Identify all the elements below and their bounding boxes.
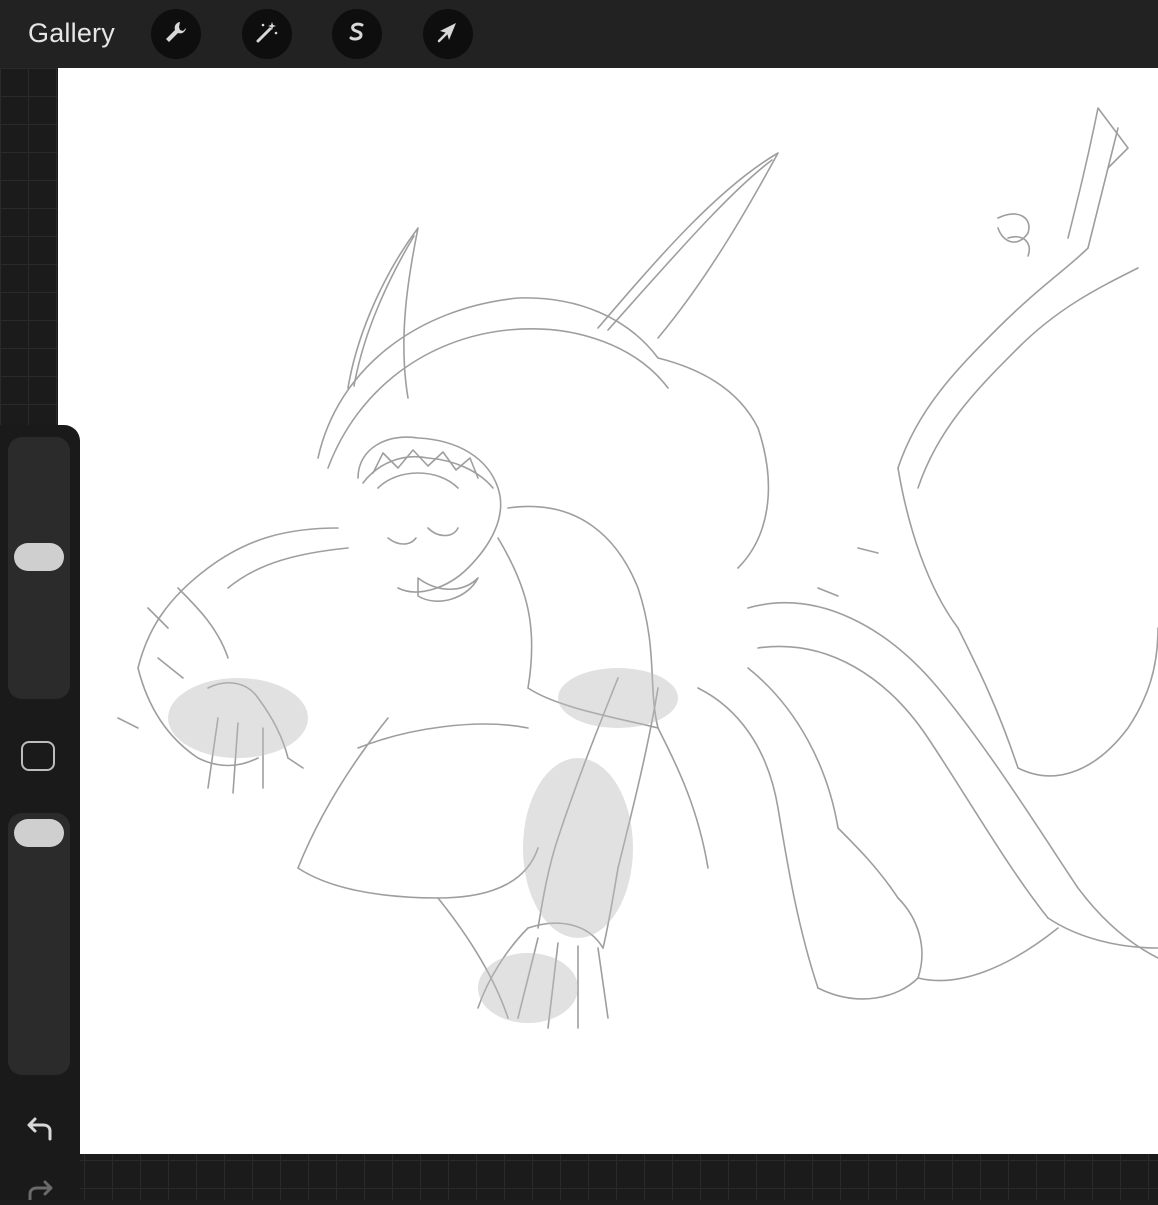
left-sidebar bbox=[0, 425, 80, 1202]
transform-button[interactable] bbox=[423, 9, 473, 59]
selection-s-icon bbox=[344, 19, 370, 50]
top-toolbar: Gallery bbox=[0, 0, 1158, 68]
gallery-button[interactable]: Gallery bbox=[28, 18, 115, 49]
magic-wand-icon bbox=[254, 19, 280, 50]
redo-button[interactable] bbox=[20, 1180, 60, 1202]
drawing-canvas[interactable] bbox=[58, 68, 1158, 1154]
redo-icon bbox=[20, 1180, 60, 1204]
brush-size-slider[interactable] bbox=[8, 437, 70, 699]
modify-button[interactable] bbox=[21, 741, 55, 771]
brush-size-slider-thumb[interactable] bbox=[14, 542, 64, 571]
wrench-icon bbox=[163, 19, 189, 50]
opacity-slider-thumb[interactable] bbox=[14, 819, 64, 847]
undo-button[interactable] bbox=[20, 1115, 60, 1147]
selection-button[interactable] bbox=[332, 9, 382, 59]
opacity-slider[interactable] bbox=[8, 813, 70, 1075]
undo-icon bbox=[20, 1117, 60, 1151]
sketch-drawing bbox=[117, 107, 1158, 1029]
arrow-cursor-icon bbox=[435, 19, 461, 50]
actions-button[interactable] bbox=[151, 9, 201, 59]
adjustments-button[interactable] bbox=[242, 9, 292, 59]
